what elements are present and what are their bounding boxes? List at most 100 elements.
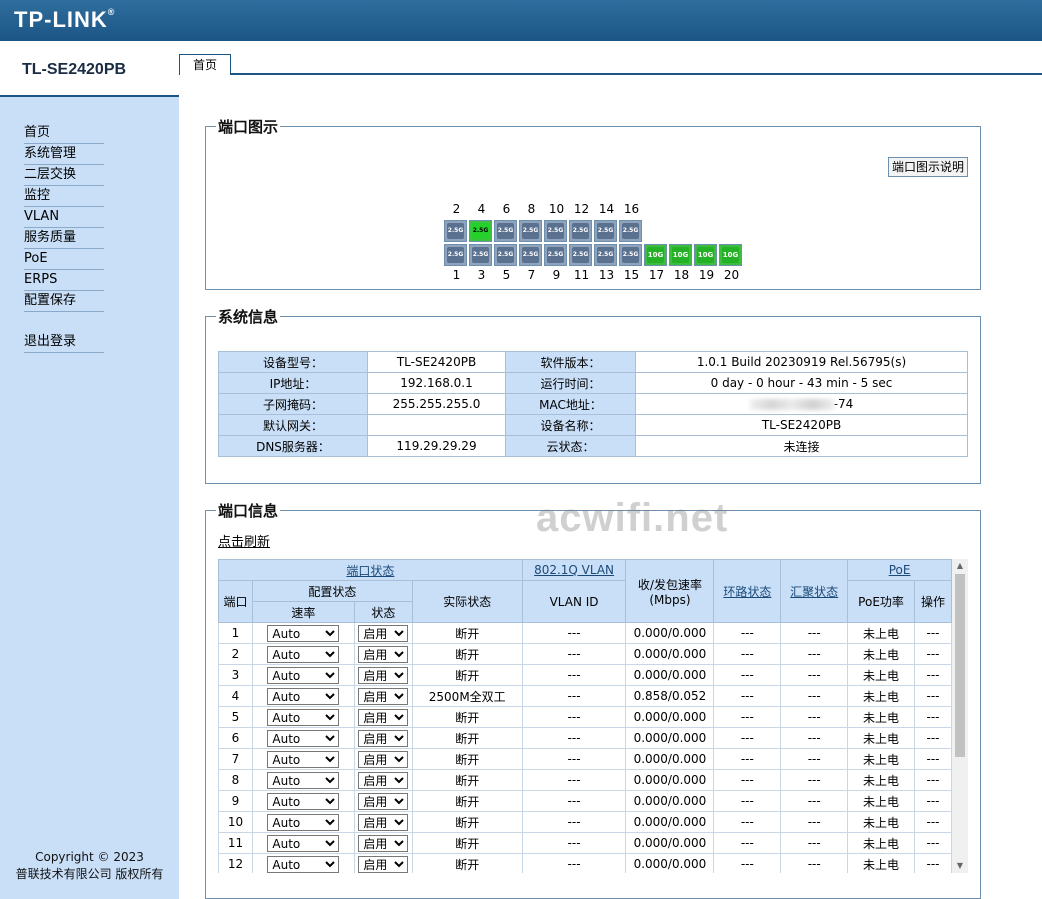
port-14-icon[interactable]: 2.5G	[594, 220, 617, 242]
port-number-13: 13	[598, 268, 615, 282]
port-4-icon[interactable]: 2.5G	[469, 220, 492, 242]
header-lag[interactable]: 汇聚状态	[780, 559, 849, 623]
state-select[interactable]: 启用	[358, 666, 409, 684]
port-11-icon[interactable]: 2.5G	[569, 244, 592, 266]
rate-cell: 0.000/0.000	[625, 727, 715, 749]
actual-status-cell: 断开	[411, 664, 523, 686]
header-dot1q[interactable]: 802.1Q VLAN	[521, 559, 627, 581]
sidebar-item-monitor[interactable]: 监控	[24, 186, 104, 207]
mac-address-redacted	[749, 399, 834, 410]
sidebar-item-poe[interactable]: PoE	[24, 249, 104, 270]
state-cell: 启用	[353, 748, 413, 770]
lag-status-cell: ---	[780, 811, 849, 833]
sysinfo-key: IP地址：	[218, 372, 368, 394]
poe-power-cell: 未上电	[847, 811, 915, 833]
state-select[interactable]: 启用	[358, 708, 409, 726]
sidebar-item-save-config[interactable]: 配置保存	[24, 291, 104, 312]
sidebar-item-logout[interactable]: 退出登录	[24, 332, 104, 353]
lag-status-cell: ---	[780, 643, 849, 665]
port-3-icon[interactable]: 2.5G	[469, 244, 492, 266]
speed-select[interactable]: Auto	[267, 645, 340, 663]
vlan-id-cell: ---	[521, 643, 627, 665]
port-2-icon[interactable]: 2.5G	[444, 220, 467, 242]
tab-underline	[179, 73, 1042, 75]
sidebar-item-home[interactable]: 首页	[24, 123, 104, 144]
port-number-9: 9	[552, 268, 561, 282]
speed-select[interactable]: Auto	[267, 666, 340, 684]
loop-status-cell: ---	[713, 727, 782, 749]
port-13-icon[interactable]: 2.5G	[594, 244, 617, 266]
speed-select[interactable]: Auto	[267, 792, 340, 810]
sysinfo-key: 运行时间：	[505, 372, 636, 394]
state-select[interactable]: 启用	[358, 645, 409, 663]
port-number-11: 11	[573, 268, 590, 282]
port-12-icon[interactable]: 2.5G	[569, 220, 592, 242]
sidebar-item-vlan[interactable]: VLAN	[24, 207, 104, 228]
sidebar: TL-SE2420PB 首页 系统管理 二层交换 监控 VLAN 服务质量 Po…	[0, 41, 179, 899]
table-row: 11 Auto 启用 断开 --- 0.000/0.000 --- --- 未上电 ---	[218, 832, 953, 854]
port-15-icon[interactable]: 2.5G	[619, 244, 642, 266]
state-select[interactable]: 启用	[358, 750, 409, 768]
scroll-down-icon[interactable]: ▼	[952, 859, 968, 873]
rate-cell: 0.000/0.000	[625, 622, 715, 644]
port-19-icon[interactable]: 10G	[694, 244, 717, 266]
speed-select[interactable]: Auto	[267, 729, 340, 747]
actual-status-cell: 断开	[411, 748, 523, 770]
port-1-icon[interactable]: 2.5G	[444, 244, 467, 266]
port-6-icon[interactable]: 2.5G	[494, 220, 517, 242]
state-select[interactable]: 启用	[358, 813, 409, 831]
port-18-icon[interactable]: 10G	[669, 244, 692, 266]
port-9-icon[interactable]: 2.5G	[544, 244, 567, 266]
port-number-15: 15	[623, 268, 640, 282]
state-select[interactable]: 启用	[358, 729, 409, 747]
speed-select[interactable]: Auto	[267, 750, 340, 768]
poe-power-cell: 未上电	[847, 622, 915, 644]
port-20-icon[interactable]: 10G	[719, 244, 742, 266]
port-5-icon[interactable]: 2.5G	[494, 244, 517, 266]
scroll-thumb[interactable]	[955, 574, 965, 757]
port-number-4: 4	[477, 202, 486, 216]
port-10-icon[interactable]: 2.5G	[544, 220, 567, 242]
loop-status-cell: ---	[713, 832, 782, 854]
speed-select[interactable]: Auto	[267, 813, 340, 831]
state-select[interactable]: 启用	[358, 855, 409, 873]
header-port-status[interactable]: 端口状态	[218, 559, 523, 581]
scroll-up-icon[interactable]: ▲	[952, 559, 968, 573]
state-select[interactable]: 启用	[358, 771, 409, 789]
menu-spacer	[24, 312, 104, 332]
header-action: 操作	[913, 580, 953, 623]
sysinfo-value: 未连接	[635, 435, 968, 457]
port-legend-button[interactable]: 端口图示说明	[887, 157, 968, 177]
speed-select[interactable]: Auto	[267, 855, 340, 873]
tab-home[interactable]: 首页	[179, 54, 231, 75]
state-select[interactable]: 启用	[358, 687, 409, 705]
rate-cell: 0.000/0.000	[625, 706, 715, 728]
table-row: 8 Auto 启用 断开 --- 0.000/0.000 --- --- 未上电 ---	[218, 769, 953, 791]
refresh-link[interactable]: 点击刷新	[218, 531, 270, 550]
state-cell: 启用	[353, 643, 413, 665]
speed-select[interactable]: Auto	[267, 834, 340, 852]
state-select[interactable]: 启用	[358, 624, 409, 642]
sidebar-item-erps[interactable]: ERPS	[24, 270, 104, 291]
state-select[interactable]: 启用	[358, 792, 409, 810]
model-header: TL-SE2420PB	[0, 41, 179, 97]
speed-select[interactable]: Auto	[267, 708, 340, 726]
port-17-icon[interactable]: 10G	[644, 244, 667, 266]
port-7-icon[interactable]: 2.5G	[519, 244, 542, 266]
state-cell: 启用	[353, 853, 413, 873]
port-8-icon[interactable]: 2.5G	[519, 220, 542, 242]
table-scrollbar[interactable]: ▲ ▼	[952, 559, 968, 873]
speed-select[interactable]: Auto	[267, 624, 340, 642]
sidebar-item-l2[interactable]: 二层交换	[24, 165, 104, 186]
poe-power-cell: 未上电	[847, 832, 915, 854]
header-poe[interactable]: PoE	[847, 559, 952, 581]
sidebar-item-qos[interactable]: 服务质量	[24, 228, 104, 249]
header-state: 状态	[353, 601, 413, 623]
speed-select[interactable]: Auto	[267, 771, 340, 789]
speed-select[interactable]: Auto	[267, 687, 340, 705]
header-loop[interactable]: 环路状态	[713, 559, 782, 623]
sidebar-item-system[interactable]: 系统管理	[24, 144, 104, 165]
port-16-icon[interactable]: 2.5G	[619, 220, 642, 242]
mac-suffix: -74	[833, 397, 854, 411]
state-select[interactable]: 启用	[358, 834, 409, 852]
